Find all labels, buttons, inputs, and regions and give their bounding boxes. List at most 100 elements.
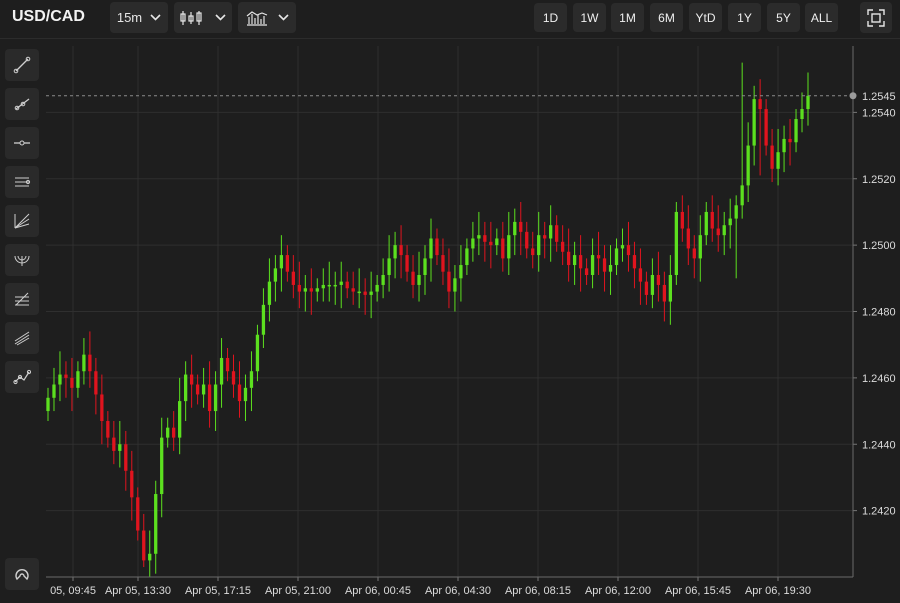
candle-body-up (387, 258, 391, 275)
candle (740, 62, 744, 219)
trend-line-tool-button[interactable] (5, 49, 39, 81)
pitchfork-tool-button[interactable] (5, 322, 39, 354)
horizontal-line-tool-button[interactable] (5, 127, 39, 159)
candle-body-down (561, 241, 565, 252)
magnet-button[interactable] (5, 558, 39, 590)
candle-body-down (435, 238, 439, 256)
candle-body-up (722, 225, 726, 236)
time-tick-label: Apr 06, 19:30 (745, 585, 811, 597)
candle-body-up (219, 357, 224, 385)
candle (166, 417, 170, 448)
candle-body-down (136, 497, 140, 531)
candle-body-up (429, 238, 433, 259)
candle (46, 387, 50, 422)
time-tick-label: Apr 06, 00:45 (345, 585, 411, 597)
candle (357, 268, 361, 309)
candle-body-up (375, 284, 379, 292)
candle-body-down (531, 248, 535, 256)
price-tick-label: 1.2480 (862, 307, 896, 319)
candle (806, 72, 810, 126)
candle-body-down (602, 258, 607, 272)
candle (339, 261, 343, 309)
candle-body-up (806, 95, 810, 110)
candle (483, 221, 487, 262)
candle-body-down (626, 245, 631, 256)
candle-body-down (764, 109, 768, 146)
candle (549, 205, 553, 262)
candlestick-chart[interactable]: 1.2420 1.2440 1.2460 1.2480 1.2500 1.2520 1.25… (0, 0, 900, 598)
time-tick-label: Apr 06, 15:45 (665, 585, 731, 597)
ray-tool-button[interactable] (5, 88, 39, 120)
candle-body-down (716, 228, 720, 236)
candle-body-down (411, 271, 415, 285)
candle-body-up (507, 235, 511, 259)
candle-body-down (638, 268, 643, 282)
candle-body-up (423, 258, 427, 275)
candle (794, 109, 798, 153)
candle (734, 195, 738, 279)
candle (465, 238, 469, 275)
price-chart[interactable]: 1.2420 1.2440 1.2460 1.2480 1.2500 1.2520 1.25… (0, 0, 900, 598)
fib-retracement-tool-button[interactable] (5, 283, 39, 315)
candle (142, 513, 146, 568)
candle-body-down (680, 211, 684, 229)
candle (495, 228, 499, 256)
candle (399, 225, 403, 279)
candle (106, 411, 110, 448)
candle-body-up (369, 291, 373, 295)
path-tool-button[interactable] (5, 361, 39, 393)
candle-body-up (381, 274, 385, 285)
candle-body-up (183, 374, 188, 402)
candle-body-up (459, 265, 463, 279)
fib-fan-tool-button[interactable] (5, 205, 39, 237)
candle (453, 265, 457, 312)
candle-body-down (100, 394, 104, 422)
candle (698, 215, 702, 282)
candle-body-down (692, 248, 696, 259)
candle (88, 331, 92, 388)
candle (309, 268, 313, 315)
candle-body-up (495, 238, 499, 246)
candle (118, 421, 122, 468)
fib-arc-icon (14, 255, 30, 266)
candle-body-down (64, 374, 68, 378)
candle-body-down (189, 374, 194, 385)
fib-arc-tool-button[interactable] (5, 244, 39, 276)
candle (195, 374, 200, 405)
candle (638, 248, 643, 305)
candle (136, 487, 140, 541)
candle-body-up (52, 384, 56, 398)
candle (261, 288, 266, 349)
candle-body-up (154, 494, 158, 554)
candle-body-up (303, 288, 307, 292)
candle (351, 271, 355, 305)
candle (674, 201, 678, 285)
candle (608, 245, 613, 295)
price-tick-label: 1.2520 (862, 174, 896, 186)
candle (531, 231, 535, 269)
candle-body-up (465, 248, 469, 266)
candle (154, 480, 158, 574)
candle-body-down (88, 354, 92, 372)
candle-body-down (758, 99, 762, 110)
candle (632, 241, 637, 289)
candle-body-up (590, 255, 595, 275)
parallel-channel-tool-button[interactable] (5, 166, 39, 198)
candle-body-down (578, 255, 583, 269)
candle (273, 255, 278, 302)
candle (231, 354, 236, 398)
time-axis[interactable]: 05, 09:45 Apr 05, 13:30 Apr 05, 17:15 Apr 0… (46, 576, 853, 597)
candle (566, 228, 571, 282)
candle-body-down (207, 384, 212, 412)
candle (172, 411, 176, 451)
candle-body-down (501, 238, 505, 259)
candle (704, 201, 708, 246)
candle (561, 225, 565, 266)
candle-body-down (172, 427, 176, 438)
candle-body-up (166, 427, 170, 438)
candle-body-down (543, 235, 547, 239)
candle-body-up (243, 387, 248, 402)
candle-body-down (596, 255, 601, 259)
candle (519, 201, 523, 256)
price-tick-label: 1.2440 (862, 439, 896, 451)
